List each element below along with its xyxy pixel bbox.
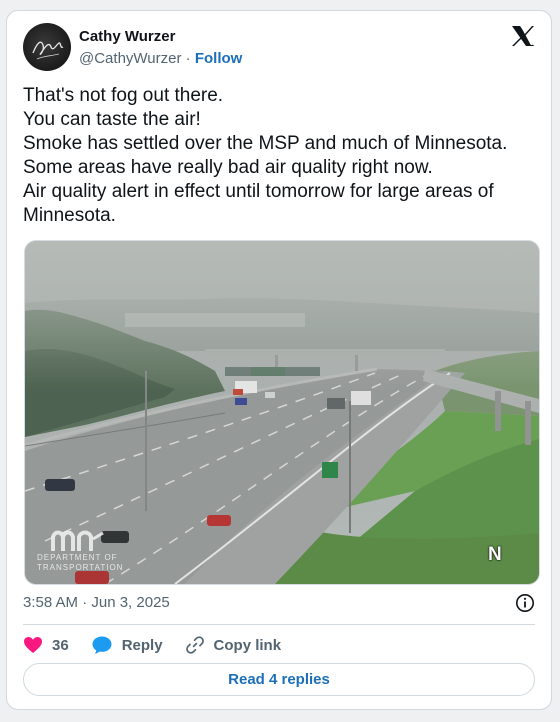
handle-row: @CathyWurzer · Follow <box>79 50 242 67</box>
compass-marker: N <box>488 544 502 565</box>
tweet-text: That's not fog out there. You can taste … <box>23 84 543 228</box>
link-icon <box>185 636 204 654</box>
heart-icon <box>24 637 42 653</box>
divider <box>23 624 535 625</box>
tweet-line: Smoke has settled over the MSP and much … <box>23 133 508 154</box>
separator: · <box>185 50 191 67</box>
action-bar: 36 Reply Copy link <box>23 633 303 657</box>
watermark-line: DEPARTMENT OF <box>37 553 118 562</box>
tweet-line: Minnesota. <box>23 205 116 226</box>
author-handle[interactable]: @CathyWurzer <box>79 50 181 67</box>
traffic-camera-photo[interactable]: DEPARTMENT OF TRANSPORTATION N <box>24 240 540 585</box>
reply-icon <box>92 636 112 654</box>
copy-link-button[interactable]: Copy link <box>185 635 282 655</box>
like-button[interactable]: 36 <box>23 636 69 654</box>
reply-button[interactable]: Reply <box>91 635 163 655</box>
follow-button[interactable]: Follow <box>195 50 243 67</box>
reply-label: Reply <box>121 636 163 654</box>
tweet-line: Air quality alert in effect until tomorr… <box>23 181 494 202</box>
tweet-line: That's not fog out there. <box>23 85 224 106</box>
author-name[interactable]: Cathy Wurzer <box>79 28 175 45</box>
tweet-line: Some areas have really bad air quality r… <box>23 157 433 178</box>
info-icon[interactable] <box>515 593 535 618</box>
signature-icon <box>32 41 64 60</box>
avatar[interactable] <box>23 23 71 71</box>
timestamp[interactable]: 3:58 AM · Jun 3, 2025 <box>23 594 170 611</box>
watermark-line: TRANSPORTATION <box>37 563 124 572</box>
tweet-card: Cathy Wurzer @CathyWurzer · Follow That'… <box>6 10 552 710</box>
tweet-line: You can taste the air! <box>23 109 201 130</box>
copy-link-label: Copy link <box>213 636 282 654</box>
x-logo-icon[interactable] <box>511 25 535 52</box>
read-replies-button[interactable]: Read 4 replies <box>23 663 535 696</box>
like-count: 36 <box>52 636 69 654</box>
